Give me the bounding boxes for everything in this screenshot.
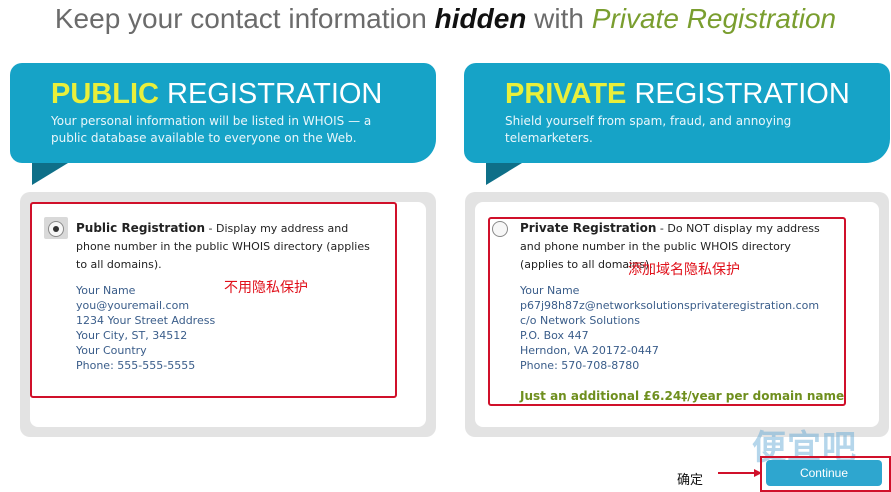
public-title-rest: REGISTRATION [158, 78, 383, 110]
headline-hidden: hidden [434, 3, 527, 34]
page-headline: Keep your contact information hidden wit… [0, 0, 891, 38]
public-title-keyword: PUBLIC [51, 78, 159, 110]
public-banner-tail [32, 163, 68, 185]
public-highlight-box [30, 202, 397, 398]
public-banner-title: PUBLIC REGISTRATION [51, 77, 382, 111]
public-banner-description: Your personal information will be listed… [51, 114, 372, 145]
headline-part2: with [526, 3, 592, 34]
public-banner: PUBLIC REGISTRATION Your personal inform… [10, 63, 436, 163]
private-banner-title: PRIVATE REGISTRATION [505, 77, 850, 111]
confirm-annotation: 确定 [677, 473, 704, 488]
private-banner-tail [486, 163, 522, 185]
private-title-keyword: PRIVATE [505, 78, 627, 110]
private-banner: PRIVATE REGISTRATION Shield yourself fro… [464, 63, 890, 163]
private-highlight-box [488, 217, 846, 406]
headline-part1: Keep your contact information [54, 3, 435, 34]
private-title-rest: REGISTRATION [626, 78, 850, 110]
private-banner-description: Shield yourself from spam, fraud, and an… [505, 114, 792, 145]
arrow-right-icon [718, 469, 762, 477]
headline-private-registration: Private Registration [591, 3, 837, 34]
continue-highlight-box [760, 456, 891, 492]
